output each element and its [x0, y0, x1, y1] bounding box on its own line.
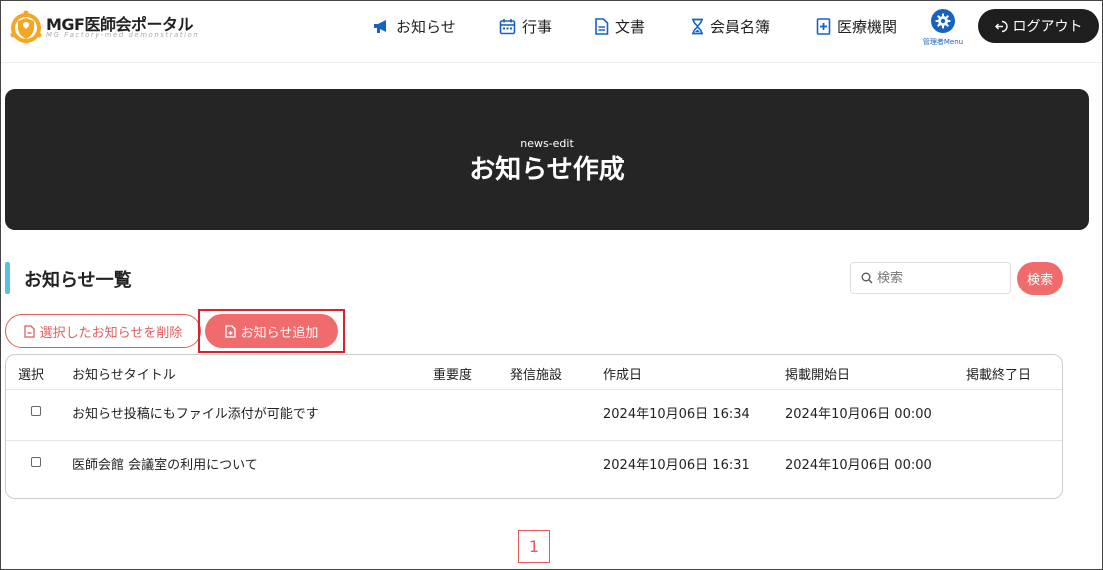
admin-menu-label: 管理者Menu — [922, 38, 964, 46]
column-header-facility: 発信施設 — [510, 368, 563, 383]
add-news-label: お知らせ追加 — [240, 325, 319, 341]
column-header-importance: 重要度 — [433, 368, 473, 383]
top-header: MGF医師会ポータル MG Factory-med demonstration … — [1, 1, 1102, 63]
row-divider — [6, 440, 1062, 441]
column-header-title: お知らせタイトル — [72, 368, 176, 383]
logo-shield-icon — [10, 10, 42, 43]
search-input[interactable] — [877, 270, 997, 286]
nav-documents[interactable]: 文書 — [594, 15, 645, 37]
column-header-select: 選択 — [18, 368, 45, 383]
gear-icon — [931, 9, 955, 33]
column-header-start: 掲載開始日 — [785, 368, 851, 383]
nav-news-label: お知らせ — [396, 17, 456, 36]
section-title: お知らせ一覧 — [24, 270, 132, 291]
nav-members[interactable]: 会員名簿 — [691, 15, 770, 37]
logout-button[interactable]: ログアウト — [978, 9, 1099, 43]
admin-menu-button[interactable]: 管理者Menu — [919, 7, 967, 51]
row-checkbox[interactable] — [31, 457, 41, 467]
nav-institutions-label: 医療機関 — [837, 17, 898, 36]
column-header-end: 掲載終了日 — [966, 368, 1032, 383]
section-accent-bar — [5, 262, 10, 294]
search-field[interactable] — [850, 262, 1011, 294]
row-title[interactable]: お知らせ投稿にもファイル添付が可能です — [72, 403, 319, 422]
row-start: 2024年10月06日 00:00 — [785, 458, 932, 473]
add-news-button[interactable]: お知らせ追加 — [205, 314, 338, 348]
delete-selected-button[interactable]: 選択したお知らせを削除 — [5, 314, 201, 348]
row-checkbox[interactable] — [31, 406, 41, 416]
page-title: お知らせ作成 — [469, 155, 625, 185]
row-created: 2024年10月06日 16:31 — [603, 458, 750, 473]
search-icon — [861, 272, 873, 284]
row-created: 2024年10月06日 16:34 — [603, 407, 750, 422]
document-icon — [595, 17, 609, 35]
nav-events[interactable]: 行事 — [499, 15, 552, 37]
file-add-icon — [224, 324, 236, 338]
logo[interactable]: MGF医師会ポータル MG Factory-med demonstration — [9, 9, 209, 49]
hourglass-icon — [692, 18, 703, 34]
column-header-created: 作成日 — [603, 368, 643, 383]
nav-events-label: 行事 — [522, 17, 553, 36]
delete-selected-label: 選択したお知らせを削除 — [39, 325, 183, 341]
hospital-icon — [816, 17, 831, 35]
calendar-icon — [499, 18, 516, 34]
nav-documents-label: 文書 — [615, 17, 646, 36]
nav-institutions[interactable]: 医療機関 — [816, 15, 897, 37]
pagination-page-1[interactable]: 1 — [518, 530, 550, 563]
page-hero-banner: news-edit お知らせ作成 — [5, 89, 1089, 230]
nav-members-label: 会員名簿 — [710, 17, 771, 36]
logout-icon — [994, 20, 1008, 32]
search-button[interactable]: 検索 — [1017, 262, 1063, 295]
row-start: 2024年10月06日 00:00 — [785, 407, 932, 422]
logo-subtitle: MG Factory-med demonstration — [46, 31, 200, 39]
news-table: 選択 お知らせタイトル 重要度 発信施設 作成日 掲載開始日 掲載終了日 お知ら… — [5, 354, 1063, 499]
header-divider — [6, 389, 1062, 390]
megaphone-icon — [374, 19, 386, 33]
nav-news[interactable]: お知らせ — [373, 15, 456, 37]
logout-label: ログアウト — [1012, 19, 1083, 35]
row-title[interactable]: 医師会館 会議室の利用について — [72, 454, 258, 473]
file-delete-icon — [23, 324, 35, 338]
